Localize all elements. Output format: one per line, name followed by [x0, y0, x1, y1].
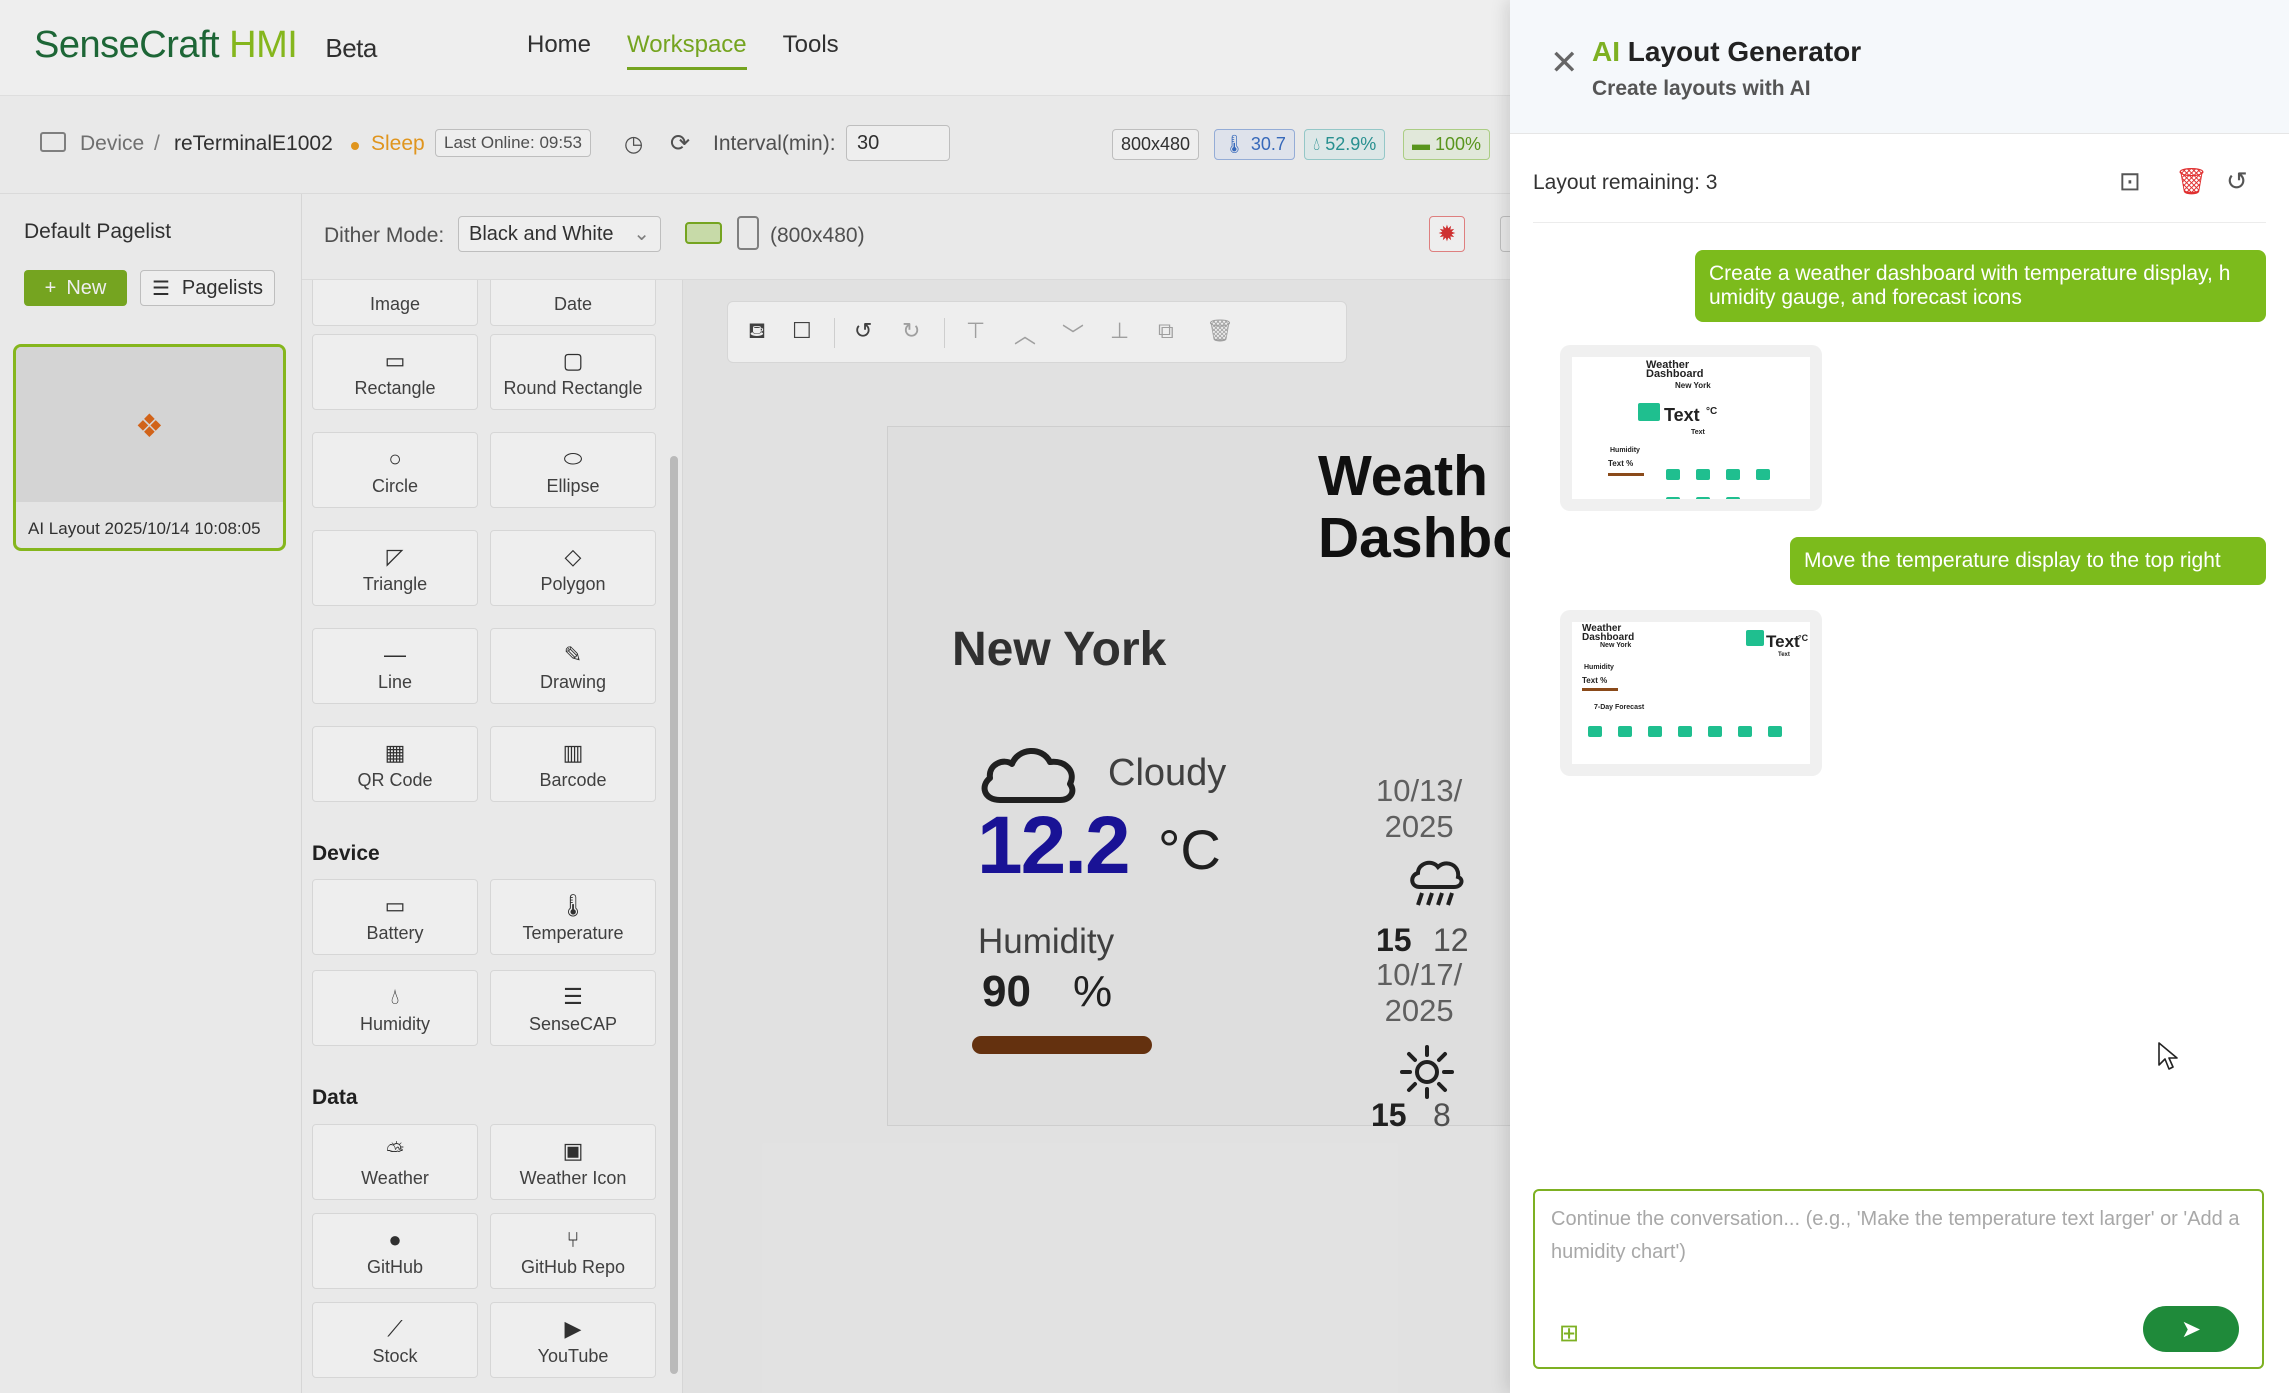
- new-chat-icon[interactable]: ⊡: [2119, 166, 2141, 196]
- preview-image: Weather Dashboard New York Text °C Text H…: [1572, 622, 1810, 764]
- preview-city: New York: [1675, 381, 1711, 390]
- preview-forecast-icon: [1708, 726, 1722, 737]
- drawer-subtitle: Create layouts with AI: [1592, 77, 1811, 100]
- preview-forecast-icon: [1588, 726, 1602, 737]
- preview-forecast-icon: [1696, 469, 1710, 480]
- mouse-cursor-icon: [2158, 1042, 2178, 1070]
- preview-forecast-icon: [1666, 497, 1680, 499]
- preview-forecast-icon: [1648, 726, 1662, 737]
- preview-forecast-icon: [1696, 497, 1710, 499]
- modal-overlay[interactable]: [0, 0, 1510, 1393]
- preview-humidity-bar: [1582, 688, 1618, 691]
- preview-forecast-icon: [1618, 726, 1632, 737]
- layout-remaining: Layout remaining: 3: [1533, 171, 1718, 194]
- title-ai: AI: [1592, 36, 1620, 67]
- close-icon[interactable]: ✕: [1550, 46, 1579, 80]
- preview-forecast-icon: [1726, 497, 1740, 499]
- send-icon: ➤: [2180, 1315, 2202, 1343]
- preview-forecast-icon: [1666, 469, 1680, 480]
- layout-preview-1[interactable]: Weather Dashboard New York Text °C Text H…: [1560, 345, 1822, 511]
- preview-weather-icon: [1746, 630, 1764, 646]
- history-icon[interactable]: ↺: [2226, 166, 2248, 196]
- chat-input[interactable]: [1551, 1203, 2241, 1283]
- chat-composer: ⊞ ➤: [1533, 1189, 2264, 1369]
- preview-humidity-value: Text %: [1582, 676, 1608, 685]
- preview-forecast-icon: [1768, 726, 1782, 737]
- preview-cond: Text: [1691, 429, 1705, 436]
- image-upload-icon[interactable]: ⊞: [1559, 1319, 1579, 1348]
- user-message: Move the temperature display to the top …: [1790, 537, 2266, 585]
- preview-humidity-label: Humidity: [1610, 447, 1640, 454]
- divider: [1533, 222, 2266, 223]
- preview-forecast-icon: [1678, 726, 1692, 737]
- preview-weather-icon: [1638, 403, 1660, 421]
- trash-icon[interactable]: 🗑︎: [2175, 166, 2208, 196]
- preview-unit: °C: [1706, 406, 1718, 417]
- drawer-header: ✕ AI Layout Generator Create layouts wit…: [1510, 0, 2289, 134]
- preview-forecast-icon: [1738, 726, 1752, 737]
- preview-humidity-bar: [1608, 473, 1644, 476]
- preview-humidity-value: Text %: [1608, 459, 1634, 468]
- preview-forecast-icon: [1756, 469, 1770, 480]
- preview-forecast-icon: [1726, 469, 1740, 480]
- preview-city: New York: [1600, 642, 1632, 649]
- preview-temp: Text: [1664, 405, 1700, 425]
- preview-unit: °C: [1798, 633, 1809, 643]
- title-rest: Layout Generator: [1627, 36, 1862, 67]
- user-message: Create a weather dashboard with temperat…: [1695, 250, 2266, 322]
- preview-forecast-label: 7-Day Forecast: [1594, 704, 1645, 711]
- preview-humidity-label: Humidity: [1584, 664, 1614, 671]
- layout-preview-2[interactable]: Weather Dashboard New York Text °C Text H…: [1560, 610, 1822, 776]
- preview-temp: Text: [1766, 632, 1800, 651]
- preview-image: Weather Dashboard New York Text °C Text H…: [1572, 357, 1810, 499]
- preview-cond: Text: [1778, 652, 1790, 658]
- drawer-title: AI Layout Generator: [1592, 36, 1861, 68]
- ai-layout-drawer: ✕ AI Layout Generator Create layouts wit…: [1510, 0, 2289, 1393]
- send-button[interactable]: ➤: [2143, 1306, 2239, 1352]
